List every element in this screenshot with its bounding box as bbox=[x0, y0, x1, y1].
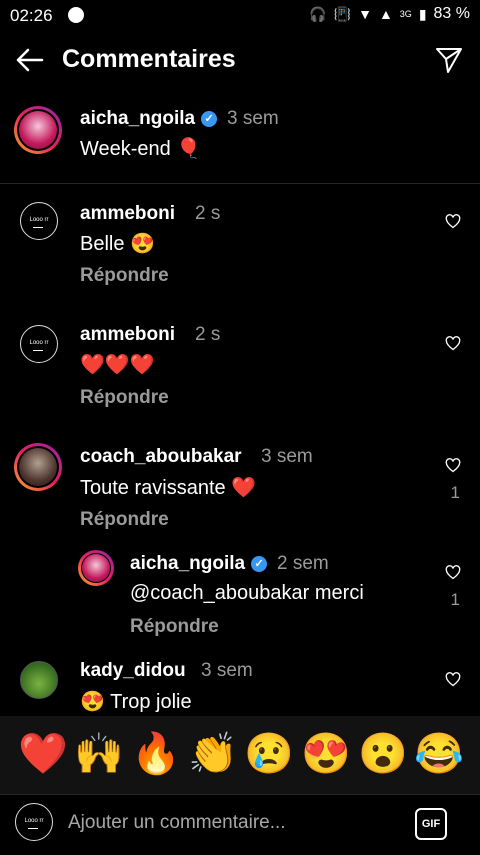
emoji-crying-face[interactable]: 😢 bbox=[244, 730, 294, 778]
battery-icon: ▮ bbox=[418, 5, 427, 22]
quick-emoji-bar: ❤️ 🙌 🔥 👏 😢 😍 😮 😂 bbox=[0, 716, 480, 794]
emoji-red-heart[interactable]: ❤️ bbox=[18, 730, 68, 778]
signal-icon: ▲ bbox=[378, 6, 393, 22]
send-icon[interactable] bbox=[434, 45, 464, 75]
status-icons: 🎧 📳 ▼ ▲ 3G ▮ 83 % bbox=[309, 5, 470, 23]
clock: 02:26 bbox=[10, 6, 53, 25]
emoji-fire[interactable]: 🔥 bbox=[131, 730, 181, 778]
battery-percent: 83 % bbox=[433, 5, 470, 22]
commenter-avatar[interactable]: Looo rr bbox=[20, 202, 58, 240]
emoji-raising-hands[interactable]: 🙌 bbox=[74, 730, 124, 778]
own-avatar[interactable]: Looo rr bbox=[15, 803, 53, 841]
wifi-icon: ▼ bbox=[358, 6, 372, 22]
comment-time: 2 sem bbox=[277, 553, 329, 574]
comment-time: 2 s bbox=[195, 203, 221, 224]
like-heart-icon[interactable] bbox=[445, 565, 461, 580]
caption-time: 3 sem bbox=[227, 108, 279, 129]
vibrate-icon: 📳 bbox=[333, 5, 352, 22]
commenter-avatar[interactable] bbox=[78, 550, 114, 586]
emoji-surprised-face[interactable]: 😮 bbox=[358, 730, 408, 778]
headphones-icon: 🎧 bbox=[309, 5, 327, 22]
gif-button[interactable]: GIF bbox=[415, 808, 447, 840]
caption-username[interactable]: aicha_ngoila ✓ bbox=[80, 108, 218, 130]
network-type: 3G bbox=[399, 9, 412, 19]
comment-composer: Looo rr Ajouter un commentaire... GIF bbox=[0, 794, 480, 855]
reply-button[interactable]: Répondre bbox=[80, 387, 169, 409]
notification-icon bbox=[68, 7, 84, 23]
reply-button[interactable]: Répondre bbox=[130, 616, 219, 638]
comment-text: Belle 😍 bbox=[80, 233, 155, 255]
like-heart-icon[interactable] bbox=[445, 214, 461, 229]
page-title: Commentaires bbox=[62, 45, 236, 73]
like-heart-icon[interactable] bbox=[445, 336, 461, 351]
like-heart-icon[interactable] bbox=[445, 672, 461, 687]
app-header: Commentaires bbox=[0, 36, 480, 86]
caption-divider bbox=[0, 183, 480, 184]
comment-text: @coach_aboubakar merci bbox=[130, 582, 364, 604]
comment-time: 3 sem bbox=[261, 446, 313, 467]
commenter-avatar[interactable] bbox=[14, 443, 62, 491]
caption-avatar[interactable] bbox=[14, 106, 62, 154]
comment-text: Toute ravissante ❤️ bbox=[80, 477, 257, 499]
comment-text: ❤️❤️❤️ bbox=[80, 354, 155, 376]
comment-text: 😍 Trop jolie bbox=[80, 691, 192, 713]
commenter-avatar[interactable]: Looo rr bbox=[20, 325, 58, 363]
verified-badge-icon: ✓ bbox=[251, 555, 268, 572]
like-heart-icon[interactable] bbox=[445, 458, 461, 473]
like-count[interactable]: 1 bbox=[451, 483, 460, 503]
reply-button[interactable]: Répondre bbox=[80, 265, 169, 287]
comment-input[interactable]: Ajouter un commentaire... bbox=[68, 812, 286, 834]
like-count[interactable]: 1 bbox=[451, 590, 460, 610]
emoji-tears-of-joy[interactable]: 😂 bbox=[414, 730, 464, 778]
caption-text: Week-end 🎈 bbox=[80, 138, 202, 160]
status-bar: 02:26 🎧 📳 ▼ ▲ 3G ▮ 83 % bbox=[0, 0, 480, 32]
emoji-heart-eyes[interactable]: 😍 bbox=[301, 730, 351, 778]
comment-username[interactable]: coach_aboubakar bbox=[80, 446, 242, 468]
comment-time: 3 sem bbox=[201, 660, 253, 681]
emoji-clapping-hands[interactable]: 👏 bbox=[188, 730, 238, 778]
comment-time: 2 s bbox=[195, 324, 221, 345]
comment-username[interactable]: ammeboni bbox=[80, 324, 175, 346]
reply-button[interactable]: Répondre bbox=[80, 509, 169, 531]
back-arrow-icon[interactable] bbox=[14, 44, 46, 76]
commenter-avatar[interactable] bbox=[20, 661, 58, 699]
verified-badge-icon: ✓ bbox=[201, 110, 218, 127]
comment-username[interactable]: ammeboni bbox=[80, 203, 175, 225]
comment-username[interactable]: aicha_ngoila ✓ bbox=[130, 553, 268, 575]
comment-username[interactable]: kady_didou bbox=[80, 660, 186, 682]
